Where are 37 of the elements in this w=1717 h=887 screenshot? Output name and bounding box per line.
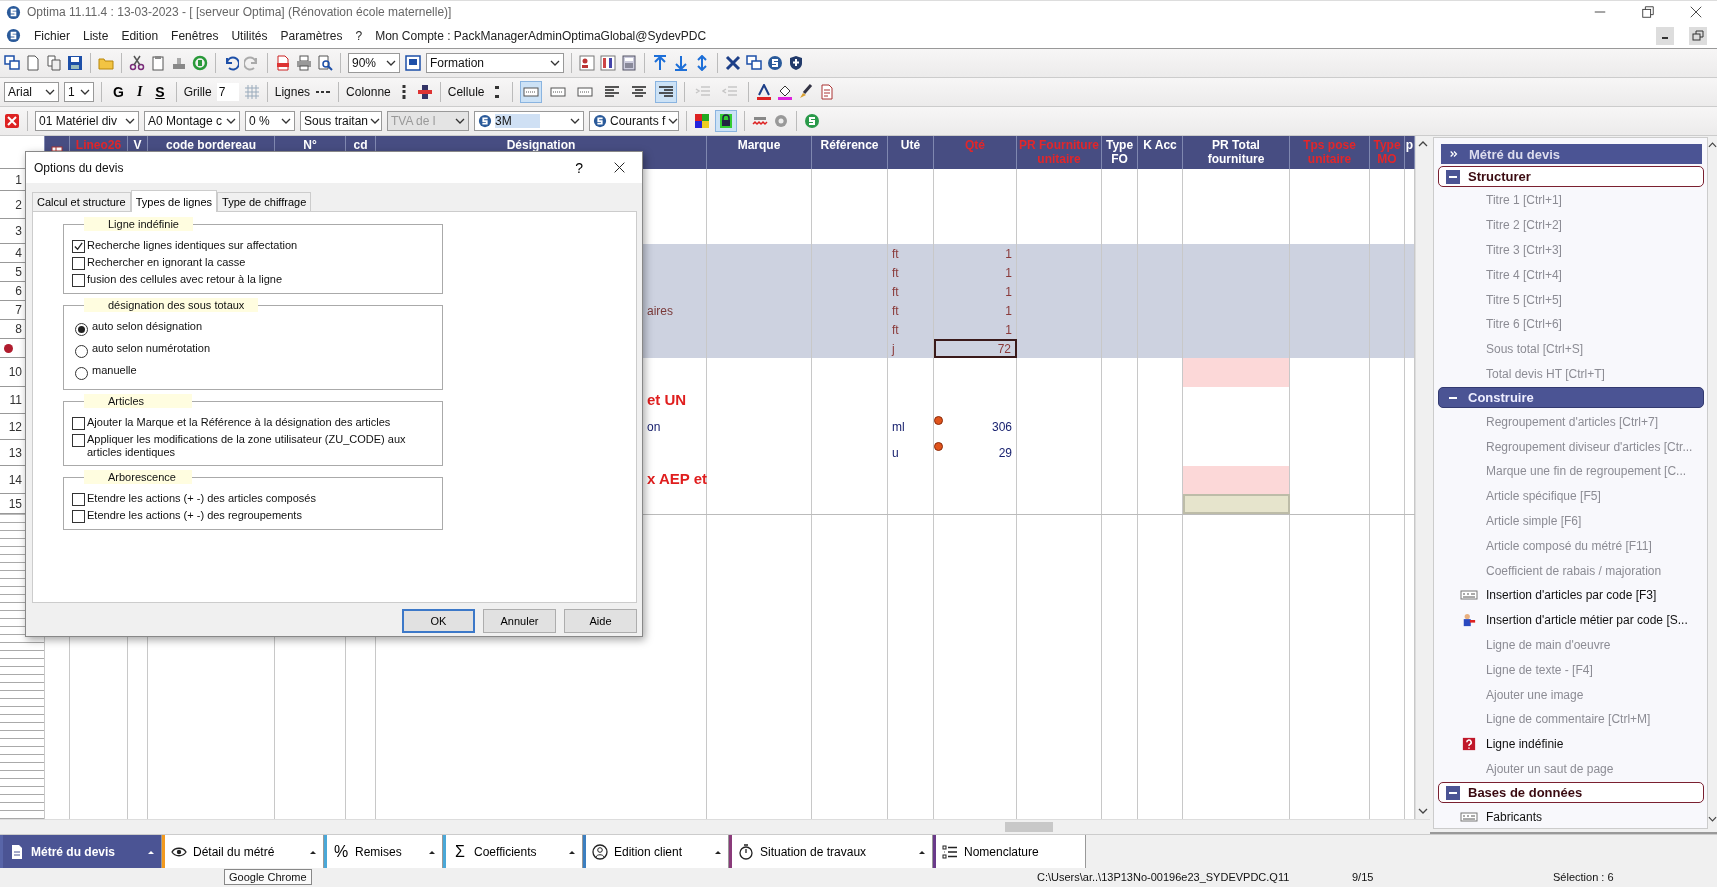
option-label: Etendre les actions (+ -) des regroupements [87,509,302,522]
table-cell: j [888,339,934,358]
lines-label: Lignes [274,85,311,99]
option-label: auto selon numérotation [92,342,211,355]
selection-count: Sélection : 6 [1553,871,1614,883]
option-label: Appliquer les modifications de la zone utilisateur (ZU_CODE) aux articles identiques [87,433,407,459]
option-label: Recherche lignes identiques sur affectation [87,239,298,252]
tab-symbol: Σ [454,842,466,861]
table-cell: aires [647,303,673,318]
window-title: Optima 11.11.4 : 13-03-2023 - [ [serveur Optima] (Rénovation école maternelle)] [27,5,452,19]
group-title: Articles [84,394,192,408]
column-label: Colonne [346,85,391,99]
file-path: C:\Users\ar..\13P13No-00196e23_SYDEVPDC.Q11 [1037,871,1290,883]
table-cell: et UN [647,391,687,408]
table-cell: 1 [934,320,1017,339]
grid-label: Grille [183,85,212,99]
account-label: Mon Compte : PackManagerAdminOptimaGlobal@SydevPDC [375,28,707,43]
table-cell: 306 [934,414,1017,440]
option-label: Etendre les actions (+ -) des articles composés [87,492,316,505]
group-title: désignation des sous totaux [84,298,259,312]
option-label: auto selon désignation [92,320,203,333]
option-label: fusion des cellules avec retour à la ligne [87,273,283,286]
option-label: Ajouter la Marque et la Référence à la désignation des articles [87,416,391,429]
table-cell: 29 [934,440,1017,466]
tab-symbol: % [333,842,349,861]
group-title: Arborescence [84,470,192,484]
page-count: 9/15 [1352,871,1374,883]
table-cell: u [888,440,934,466]
option-label: manuelle [92,364,137,377]
tooltip: Google Chrome [224,869,312,885]
table-cell: on [647,420,661,434]
table-cell: 72 [934,339,1017,358]
group-title: Ligne indéfinie [84,217,193,231]
table-cell: ml [888,414,934,440]
option-label: Rechercher en ignorant la casse [87,256,246,269]
cell-label: Cellule [447,85,485,99]
table-cell: x AEP et [647,470,708,487]
